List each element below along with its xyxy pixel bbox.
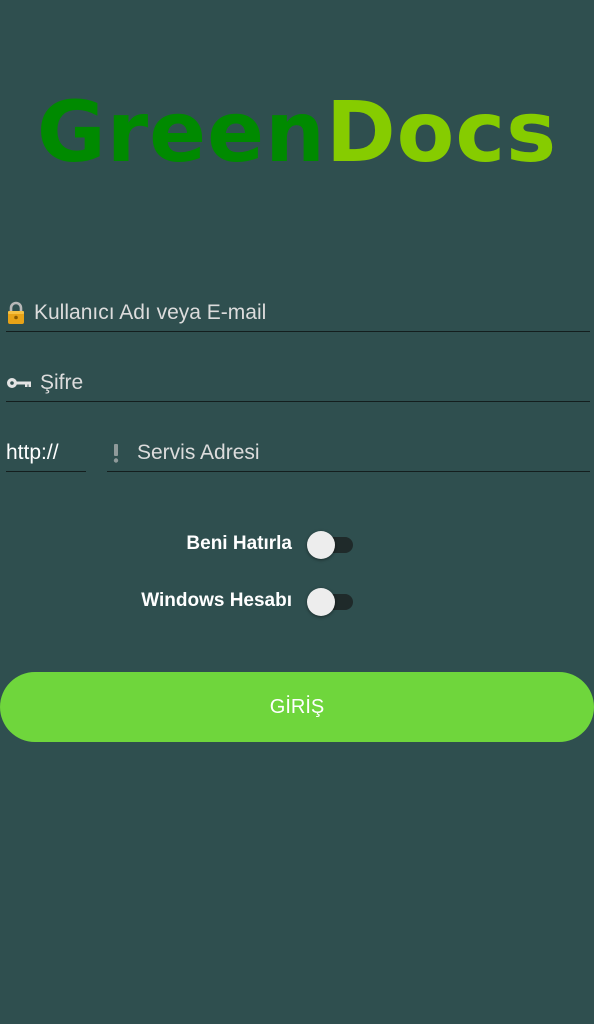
login-button-label: GİRİŞ — [269, 695, 325, 718]
windows-account-label: Windows Hesabı — [141, 590, 292, 611]
password-placeholder: Şifre — [40, 370, 84, 394]
windows-account-switch[interactable] — [307, 588, 353, 616]
windows-account-row: Windows Hesabı — [0, 582, 594, 622]
service-address-placeholder: Servis Adresi — [137, 440, 260, 464]
remember-me-row: Beni Hatırla — [0, 525, 594, 565]
logo-docs-text: Docs — [325, 83, 558, 181]
service-address-field[interactable]: Servis Adresi — [107, 434, 590, 472]
remember-me-label: Beni Hatırla — [186, 533, 292, 554]
username-field[interactable]: Kullanıcı Adı veya E-mail — [6, 294, 590, 332]
switch-thumb — [307, 531, 335, 559]
lock-icon — [6, 301, 26, 325]
exclamation-icon — [113, 443, 119, 463]
switch-thumb — [307, 588, 335, 616]
login-button[interactable]: GİRİŞ — [0, 672, 594, 742]
logo-green-text: Green — [36, 83, 326, 181]
protocol-value: http:// — [6, 440, 59, 464]
password-field[interactable]: Şifre — [6, 364, 590, 402]
key-icon — [6, 376, 32, 390]
app-logo: GreenDocs — [0, 82, 594, 182]
protocol-field[interactable]: http:// — [6, 434, 86, 472]
remember-me-switch[interactable] — [307, 531, 353, 559]
username-placeholder: Kullanıcı Adı veya E-mail — [34, 300, 267, 324]
